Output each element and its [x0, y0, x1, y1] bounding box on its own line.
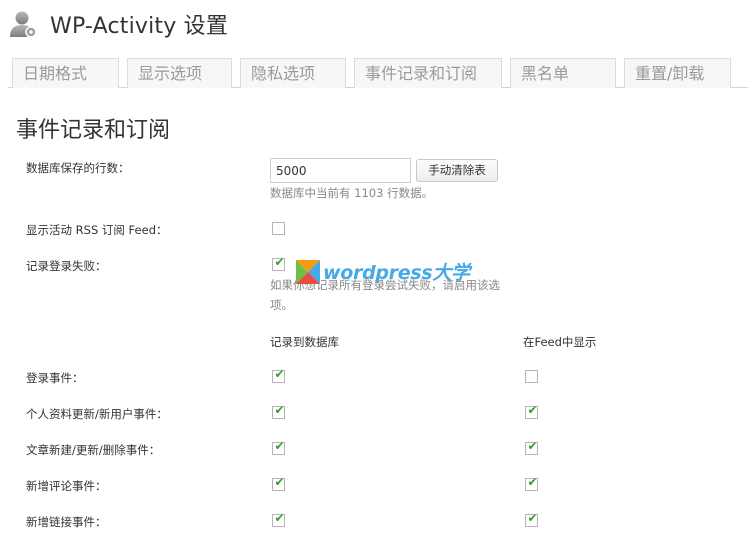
page-header: WP-Activity 设置	[8, 6, 228, 42]
column-header-db: 记录到数据库	[270, 335, 339, 349]
tab-privacy-options[interactable]: 隐私选项	[240, 58, 346, 88]
checkmark-icon: ✔	[527, 439, 538, 453]
event-link-db-checkbox[interactable]: ✔	[272, 511, 285, 527]
event-comment-db-checkbox[interactable]: ✔	[272, 475, 285, 491]
db-rows-note: 数据库中当前有 1103 行数据。	[270, 186, 434, 200]
event-login-feed-checkbox[interactable]	[525, 370, 538, 383]
tab-event-logging[interactable]: 事件记录和订阅	[354, 58, 502, 88]
settings-tabs: 日期格式 显示选项 隐私选项 事件记录和订阅 黑名单 重置/卸载	[8, 58, 748, 88]
tab-display-options[interactable]: 显示选项	[127, 58, 232, 88]
checkmark-icon: ✔	[274, 367, 285, 381]
checkmark-icon: ✔	[274, 511, 285, 525]
wordpress-daxue-watermark: wordpress大学	[296, 258, 470, 285]
tab-blacklist[interactable]: 黑名单	[510, 58, 616, 88]
user-gear-icon	[8, 9, 38, 39]
column-header-feed: 在Feed中显示	[523, 335, 597, 349]
event-comment-feed-checkbox[interactable]: ✔	[525, 475, 538, 491]
purge-table-button[interactable]: 手动清除表	[416, 159, 498, 182]
event-link-feed-checkbox[interactable]: ✔	[525, 511, 538, 527]
log-failed-checkbox[interactable]: ✔	[272, 255, 285, 271]
log-failed-label: 记录登录失败：	[26, 259, 107, 273]
tab-reset-uninstall[interactable]: 重置/卸载	[624, 58, 731, 88]
checkmark-icon: ✔	[274, 403, 285, 417]
event-login-db-checkbox[interactable]: ✔	[272, 367, 285, 383]
section-title: 事件记录和订阅	[16, 118, 171, 143]
rss-feed-label: 显示活动 RSS 订阅 Feed：	[26, 223, 168, 237]
watermark-logo-icon	[296, 259, 320, 284]
event-label-login: 登录事件：	[26, 371, 84, 385]
event-label-comment: 新增评论事件：	[26, 479, 107, 493]
event-profile-db-checkbox[interactable]: ✔	[272, 403, 285, 419]
rss-feed-checkbox[interactable]	[272, 222, 285, 235]
checkmark-icon: ✔	[527, 511, 538, 525]
event-label-profile: 个人资料更新/新用户事件：	[26, 407, 168, 421]
event-post-feed-checkbox[interactable]: ✔	[525, 439, 538, 455]
checkmark-icon: ✔	[274, 439, 285, 453]
watermark-text: wordpress大学	[323, 262, 470, 284]
checkmark-icon: ✔	[274, 255, 285, 269]
checkmark-icon: ✔	[274, 475, 285, 489]
event-post-db-checkbox[interactable]: ✔	[272, 439, 285, 455]
event-profile-feed-checkbox[interactable]: ✔	[525, 403, 538, 419]
checkmark-icon: ✔	[527, 475, 538, 489]
tab-date-format[interactable]: 日期格式	[12, 58, 119, 88]
db-rows-label: 数据库保存的行数：	[26, 161, 130, 175]
db-rows-input[interactable]	[270, 158, 411, 183]
page-title: WP-Activity 设置	[50, 14, 229, 39]
event-label-post: 文章新建/更新/删除事件：	[26, 443, 161, 457]
checkmark-icon: ✔	[527, 403, 538, 417]
event-label-link: 新增链接事件：	[26, 515, 107, 529]
